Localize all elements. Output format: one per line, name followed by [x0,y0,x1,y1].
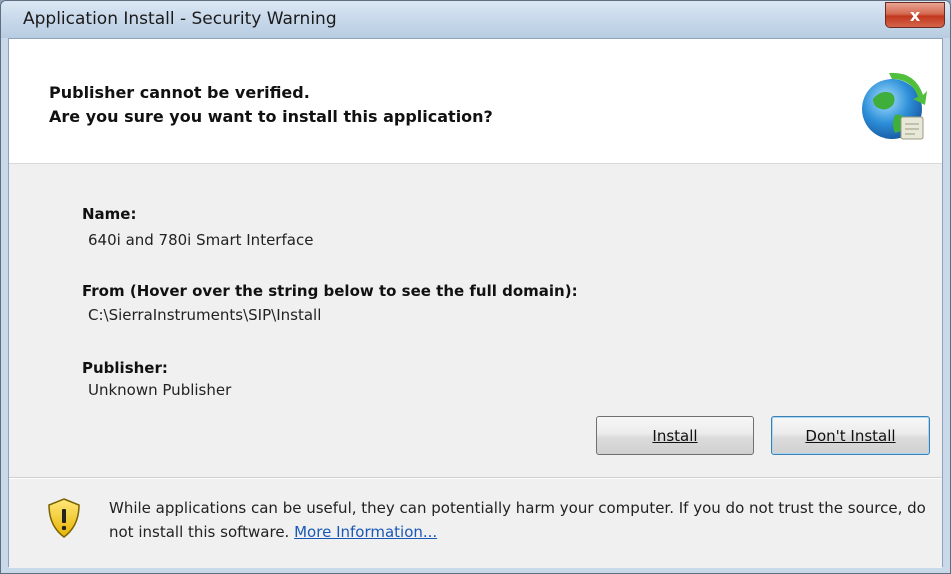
security-warning-dialog: Application Install - Security Warning x… [0,0,951,574]
warning-text: While applications can be useful, they c… [109,499,926,541]
dialog-content: Publisher cannot be verified. Are you su… [8,38,943,568]
globe-install-icon [862,72,927,140]
from-value[interactable]: C:\SierraInstruments\SIP\Install [88,306,321,324]
headline-publisher-unverified: Publisher cannot be verified. [49,83,310,102]
more-information-link[interactable]: More Information... [294,523,437,541]
title-bar[interactable]: Application Install - Security Warning x [1,1,950,38]
from-label: From (Hover over the string below to see… [82,282,578,300]
warning-footer: While applications can be useful, they c… [9,477,942,568]
headline-install-question: Are you sure you want to install this ap… [49,107,493,126]
publisher-label: Publisher: [82,359,168,377]
publisher-value: Unknown Publisher [88,381,232,399]
name-label: Name: [82,205,137,223]
warning-message: While applications can be useful, they c… [109,496,929,544]
dont-install-button[interactable]: Don't Install [771,416,930,455]
name-value: 640i and 780i Smart Interface [88,231,314,249]
install-button[interactable]: Install [596,416,754,455]
close-button[interactable]: x [885,2,945,28]
dialog-header: Publisher cannot be verified. Are you su… [9,39,942,164]
window-title: Application Install - Security Warning [23,9,337,29]
warning-shield-icon [48,498,80,538]
close-icon: x [909,5,921,25]
